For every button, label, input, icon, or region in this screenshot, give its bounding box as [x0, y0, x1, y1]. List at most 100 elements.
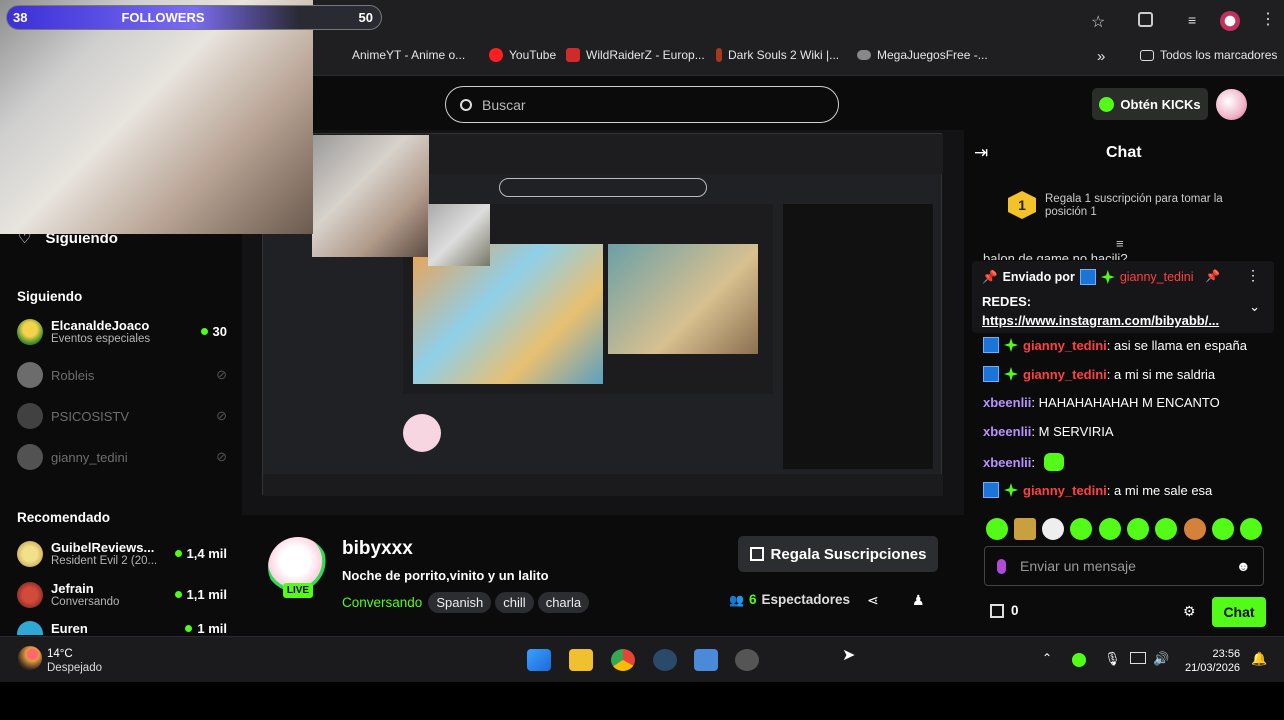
- chat-username[interactable]: gianny_tedini: [1023, 338, 1107, 353]
- sidebar-channel-guibelreviews[interactable]: GuibelReviews... Resident Evil 2 (20... 1…: [17, 540, 227, 567]
- emote-icon[interactable]: [1099, 518, 1121, 540]
- folder-icon: [1140, 49, 1154, 61]
- emoji-picker-icon[interactable]: ☻: [1236, 558, 1251, 574]
- emote-icon[interactable]: [1155, 518, 1177, 540]
- recommended-section-title: Recomendado: [17, 510, 111, 525]
- avatar: [17, 362, 43, 388]
- bookmark-megajuegos[interactable]: MegaJuegosFree -...: [857, 48, 988, 62]
- scroll-down-icon[interactable]: ≡: [1116, 236, 1124, 251]
- windows-start-icon[interactable]: [527, 649, 551, 671]
- emote-icon[interactable]: [1184, 518, 1206, 540]
- volume-icon[interactable]: 🔊: [1153, 651, 1169, 667]
- file-explorer-icon[interactable]: [569, 649, 593, 671]
- chat-input[interactable]: Enviar un mensaje: [984, 546, 1264, 586]
- chat-message: xbeenlii: M SERVIRIA: [983, 424, 1114, 439]
- darksouls-icon: [716, 48, 722, 62]
- live-dot-icon: [174, 550, 182, 557]
- emote-icon[interactable]: [1240, 518, 1262, 540]
- bookmarks-overflow-button[interactable]: »: [1097, 48, 1105, 65]
- sub-badge-icon: [1004, 338, 1018, 352]
- bookmark-animeyt[interactable]: AnimeYT - Anime o...: [342, 48, 465, 62]
- emote-icon[interactable]: [1127, 518, 1149, 540]
- bookmark-darksouls[interactable]: Dark Souls 2 Wiki |...: [716, 48, 839, 62]
- emote-icon[interactable]: [1070, 518, 1092, 540]
- tag[interactable]: charla: [537, 592, 590, 613]
- gift-subs-button[interactable]: Regala Suscripciones: [738, 536, 938, 572]
- tag[interactable]: Spanish: [428, 592, 492, 613]
- emote-icon[interactable]: [1014, 518, 1036, 540]
- wildraiderz-icon: [566, 48, 580, 62]
- nested-webcam: [312, 135, 429, 257]
- user-avatar[interactable]: [1216, 89, 1247, 120]
- offline-icon: ⊘: [216, 367, 227, 382]
- chrome-icon[interactable]: [611, 649, 635, 671]
- kick-badge-icon: [1079, 269, 1096, 285]
- gamepad-icon: [857, 50, 871, 60]
- emote-icon[interactable]: [1212, 518, 1234, 540]
- chat-username[interactable]: xbeenlii: [983, 424, 1031, 439]
- gift-promo[interactable]: Regala 1 suscripción para tomar la posic…: [1045, 193, 1223, 219]
- chat-username[interactable]: gianny_tedini: [1023, 483, 1107, 498]
- follow-user-icon[interactable]: ♟: [912, 592, 925, 609]
- chat-message: xbeenlii: HAHAHAHAHAH M ENCANTO: [983, 395, 1220, 410]
- sidebar-channel-gianny-tedini[interactable]: gianny_tedini ⊘: [17, 444, 227, 470]
- offline-icon: ⊘: [216, 449, 227, 464]
- network-icon[interactable]: [1130, 652, 1146, 664]
- unpin-icon[interactable]: 📌: [1205, 269, 1220, 283]
- browser-menu-icon[interactable]: ⋮: [1260, 9, 1276, 29]
- chat-username[interactable]: xbeenlii: [983, 395, 1031, 410]
- sidebar-channel-jefrain[interactable]: Jefrain Conversando 1,1 mil: [17, 581, 227, 608]
- emote-icon[interactable]: [986, 518, 1008, 540]
- pinned-link[interactable]: https://www.instagram.com/bibyabb/...: [982, 313, 1219, 328]
- emote-icon: [1044, 453, 1065, 471]
- pinned-message[interactable]: 📌 Enviado por gianny_tedini 📌 ⋮ REDES: h…: [972, 261, 1274, 333]
- chevron-up-icon[interactable]: ⌃: [1042, 651, 1052, 665]
- weather-widget[interactable]: 14°C Despejado: [47, 647, 102, 675]
- sidebar-channel-euren[interactable]: Euren 1 mil: [17, 621, 227, 635]
- extensions-icon[interactable]: [1138, 12, 1153, 27]
- get-kicks-button[interactable]: Obtén KICKs: [1092, 88, 1208, 120]
- chat-message: gianny_tedini: a mi me sale esa: [983, 482, 1212, 498]
- sidebar-channel-psicosistv[interactable]: PSICOSISTV ⊘: [17, 403, 227, 429]
- sub-badge-icon: [1004, 367, 1018, 381]
- send-chat-button[interactable]: Chat: [1212, 597, 1266, 627]
- tray-app-icon[interactable]: [1072, 653, 1086, 667]
- star-icon[interactable]: ☆: [1091, 12, 1105, 32]
- search-icon: [460, 98, 472, 111]
- chat-message: gianny_tedini: asi se llama en españa: [983, 337, 1247, 353]
- kick-coin-icon: [1099, 96, 1115, 112]
- all-bookmarks-button[interactable]: Todos los marcadores: [1140, 48, 1277, 62]
- obs-icon[interactable]: [735, 649, 759, 671]
- collapse-chat-icon[interactable]: ⇥: [974, 143, 988, 163]
- viewer-count: 1 mil: [185, 621, 227, 635]
- bookmark-wildraiderz[interactable]: WildRaiderZ - Europ...: [566, 48, 705, 62]
- kicks-balance[interactable]: 0: [990, 603, 1019, 618]
- avatar: [17, 403, 43, 429]
- category-link[interactable]: Conversando: [342, 595, 422, 610]
- webcam-overlay: [0, 0, 313, 234]
- chat-settings-icon[interactable]: ⚙: [1183, 603, 1196, 620]
- chat-username[interactable]: gianny_tedini: [1023, 367, 1107, 382]
- chat-username[interactable]: xbeenlii: [983, 455, 1031, 470]
- emote-icon[interactable]: [1042, 518, 1064, 540]
- steam-icon[interactable]: [653, 649, 677, 671]
- chevron-down-icon[interactable]: ⌄: [1249, 299, 1260, 315]
- clock[interactable]: 23:56 21/03/2026: [1185, 647, 1240, 675]
- media-icon[interactable]: ≡: [1188, 12, 1196, 28]
- profile-avatar[interactable]: [1220, 11, 1240, 31]
- avatar: [17, 581, 43, 608]
- sidebar-channel-robleis[interactable]: Robleis ⊘: [17, 362, 227, 388]
- live-dot-icon: [200, 328, 208, 335]
- mic-icon[interactable]: 🎙: [1104, 651, 1121, 667]
- weather-icon[interactable]: [18, 646, 42, 670]
- channel-name[interactable]: bibyxxx: [342, 538, 413, 560]
- app-icon[interactable]: [694, 649, 718, 671]
- sidebar-channel-elcanaldejoaco[interactable]: ElcanaldeJoaco Eventos especiales 30: [17, 318, 227, 345]
- gift-icon: [749, 547, 764, 561]
- more-options-icon[interactable]: ⋮: [1246, 267, 1260, 284]
- bookmark-youtube[interactable]: YouTube: [489, 48, 556, 62]
- share-icon[interactable]: ⋖: [867, 592, 879, 609]
- search-input[interactable]: Buscar: [445, 86, 839, 123]
- notification-bell-icon[interactable]: 🔔: [1251, 651, 1267, 667]
- tag[interactable]: chill: [495, 592, 534, 613]
